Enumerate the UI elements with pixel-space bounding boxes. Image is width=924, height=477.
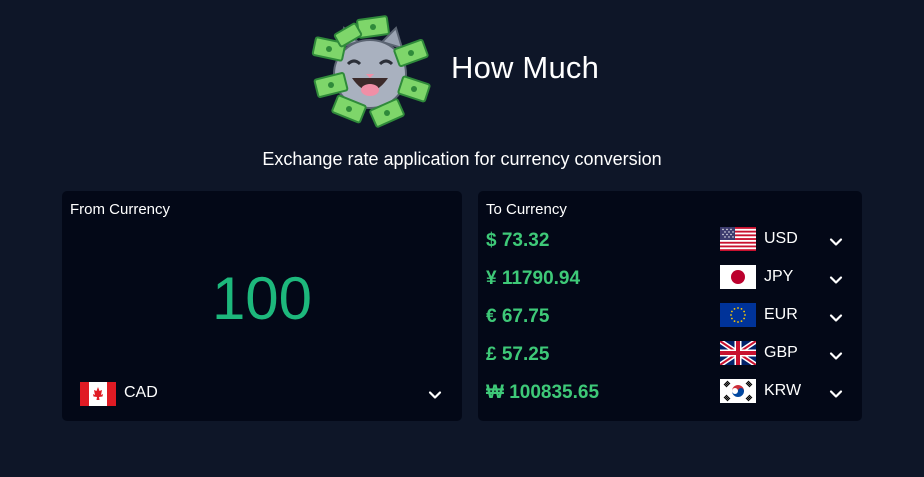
currency-code: GBP <box>764 344 798 361</box>
from-currency-select[interactable]: CAD <box>80 381 446 407</box>
chevron-down-icon <box>829 387 843 401</box>
converted-value: ¥ 11790.94 <box>486 268 581 289</box>
converted-value: £ 57.25 <box>486 344 550 365</box>
header: How Much <box>0 0 924 140</box>
money-cat-logo <box>308 14 432 130</box>
eu-flag-icon <box>720 303 756 327</box>
from-currency-code: CAD <box>124 384 158 401</box>
to-currency-panel: To Currency $ 73.32 USD ¥ 11790.94 JPY €… <box>478 191 862 421</box>
conversion-row-gbp: £ 57.25 GBP <box>478 337 862 375</box>
conversion-row-jpy: ¥ 11790.94 JPY <box>478 261 862 299</box>
converted-value: ₩ 100835.65 <box>486 382 600 403</box>
chevron-down-icon <box>829 273 843 287</box>
canada-flag-icon <box>80 382 116 406</box>
conversion-row-usd: $ 73.32 USD <box>478 223 862 261</box>
to-currency-label: To Currency <box>486 201 567 218</box>
conversion-row-eur: € 67.75 EUR <box>478 299 862 337</box>
converted-value: € 67.75 <box>486 306 550 327</box>
amount-input[interactable] <box>62 264 462 333</box>
currency-code: JPY <box>764 268 794 285</box>
chevron-down-icon <box>829 311 843 325</box>
chevron-down-icon <box>829 349 843 363</box>
japan-flag-icon <box>720 265 756 289</box>
conversion-row-krw: ₩ 100835.65 KRW <box>478 375 862 413</box>
from-currency-label: From Currency <box>70 201 171 218</box>
currency-code: KRW <box>764 382 802 399</box>
chevron-down-icon <box>428 388 442 402</box>
chevron-down-icon <box>829 235 843 249</box>
currency-code: EUR <box>764 306 798 323</box>
currency-code: USD <box>764 230 798 247</box>
usa-flag-icon <box>720 227 756 251</box>
korea-flag-icon <box>720 379 756 403</box>
app-title: How Much <box>451 50 600 85</box>
uk-flag-icon <box>720 341 756 365</box>
converted-value: $ 73.32 <box>486 230 550 251</box>
from-currency-panel: From Currency CAD <box>62 191 462 421</box>
app-subtitle: Exchange rate application for currency c… <box>262 149 662 169</box>
